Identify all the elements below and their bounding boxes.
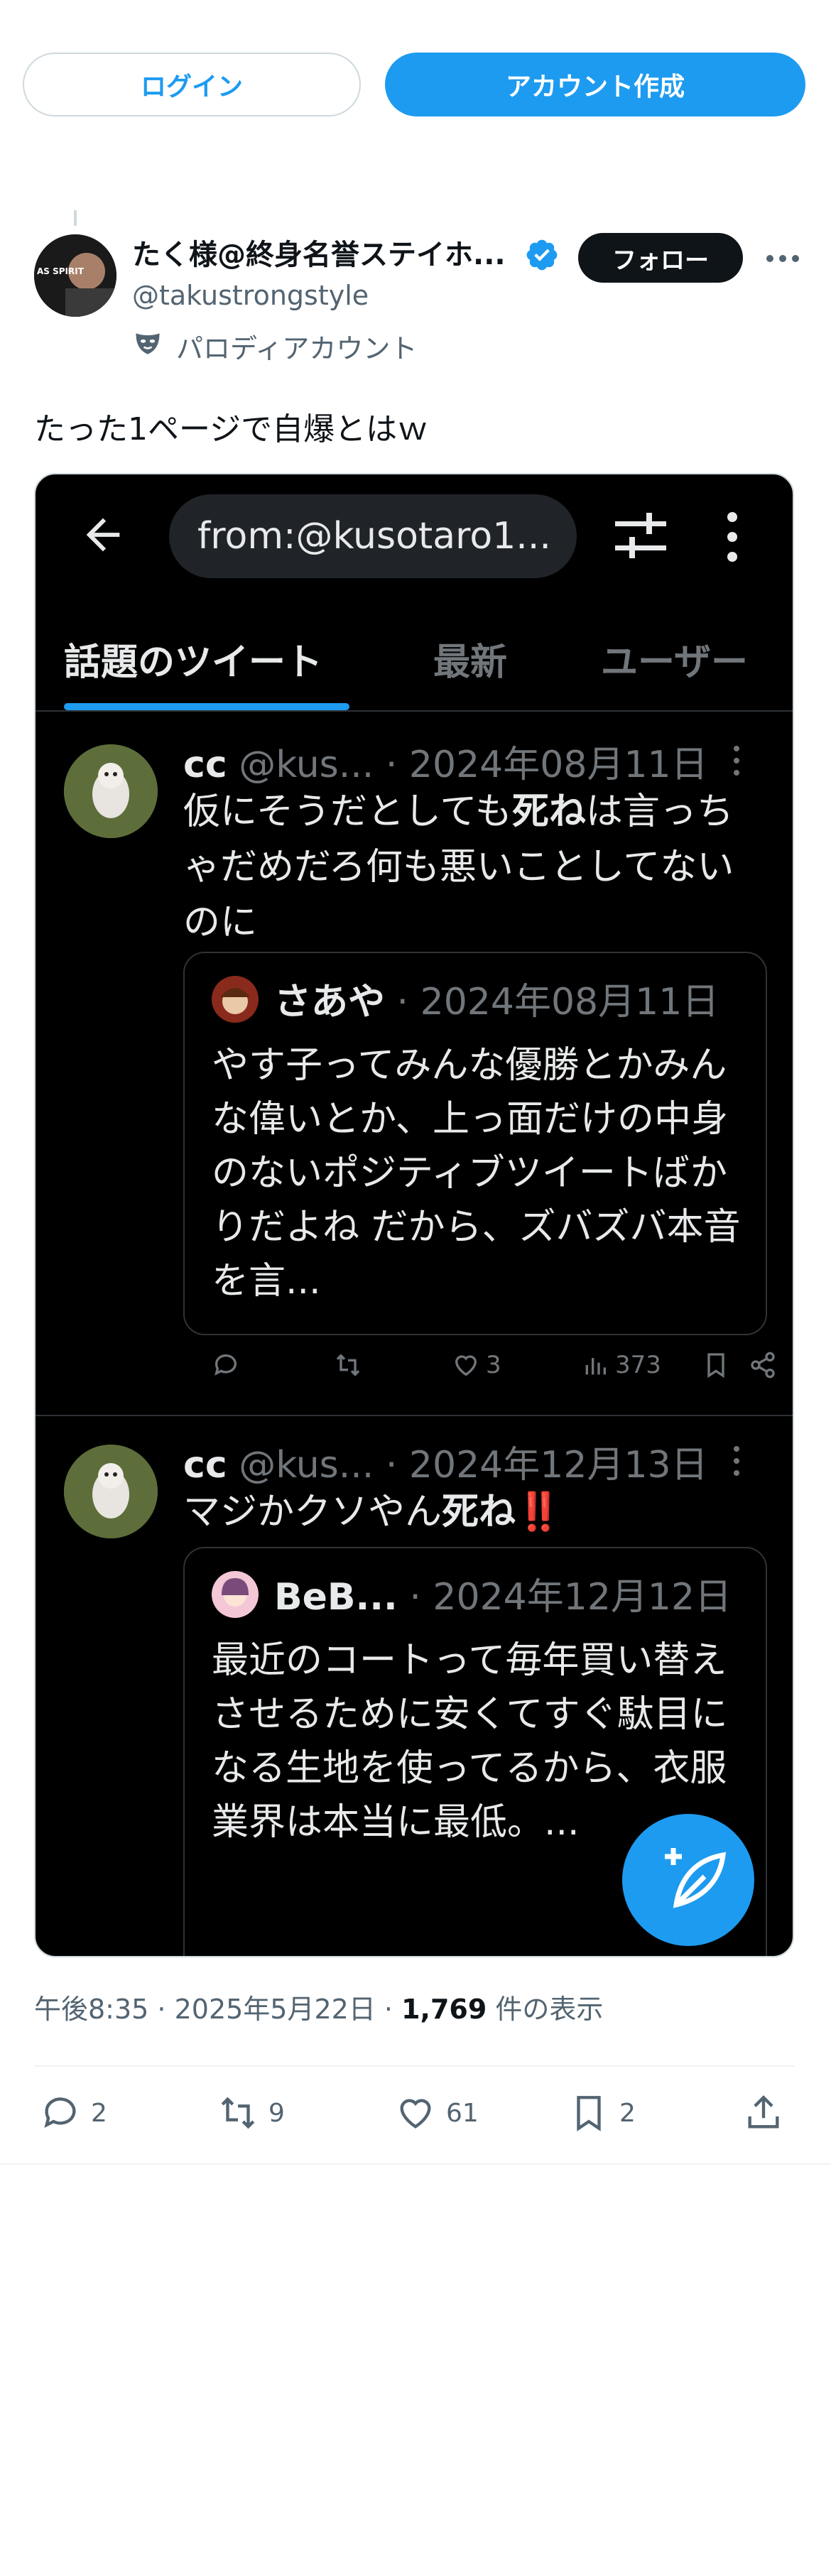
verified-badge-icon [526,239,558,271]
quote-header: BeB... · 2024年12月12日 [274,1576,732,1619]
author-handle[interactable]: @takustrongstyle [132,280,369,311]
share-icon [749,1351,777,1379]
tab-users: ユーザー [601,641,748,684]
tweet-meta: 午後8:35 · 2025年5月22日 · 1,769 件の表示 [34,1994,604,2025]
retweet-icon [334,1351,362,1379]
back-arrow-icon [86,518,120,552]
tweet-date[interactable]: 2025年5月22日 [175,1994,376,2025]
signup-button[interactable]: アカウント作成 [385,53,805,116]
post-body: 仮にそうだとしても死ねは言っちゃだめだろ何も悪いことしてないのに [183,790,734,944]
reply-icon [44,2097,76,2128]
divider [36,1415,793,1416]
post-body: マジかクソやん死ね‼️ [183,1491,562,1533]
quote-avatar [212,1571,259,1618]
like-count: 3 [452,1351,501,1379]
reply-button[interactable]: 2 [40,2092,107,2134]
feather-plus-icon [665,1848,727,1908]
thread-line [74,210,77,226]
search-bar: from:@kusotaro1... [169,494,577,578]
reply-icon [212,1351,240,1379]
analytics-icon [585,1358,606,1375]
bookmark-button[interactable]: 2 [568,2092,636,2134]
parody-mask-icon [136,333,160,354]
tab-top-tweets: 話題のツイート [64,641,323,684]
kebab-menu-icon [727,512,737,562]
post-avatar [64,744,158,838]
view-count: 1,769 [401,1994,487,2025]
post-avatar [64,1445,158,1538]
post-menu-icon [734,746,739,776]
post-menu-icon [734,1446,739,1476]
share-upload-icon [748,2095,779,2129]
compose-fab [622,1814,754,1946]
view-count: 373 [581,1351,661,1379]
retweet-button[interactable]: 9 [217,2092,285,2134]
bookmark-icon [577,2096,601,2131]
heart-icon [400,2099,431,2129]
heart-icon [455,1355,477,1376]
share-button[interactable] [743,2092,784,2134]
tweet-text: たった1ページで自爆とはｗ [34,411,429,447]
parody-label: パロディアカウント [176,333,418,364]
follow-button[interactable]: フォロー [578,233,743,283]
divider [0,2163,831,2165]
post-header: cc @kus... · 2024年12月13日 [183,1444,708,1487]
post-header: cc @kus... · 2024年08月11日 [183,744,708,786]
tab-latest: 最新 [433,641,508,684]
post-actions: 3 373 [183,1351,780,1386]
quoted-tweet: さあや · 2024年08月11日 やす子ってみんな優勝とかみんな偉いとか、上っ… [183,952,767,1335]
author-name[interactable]: たく様@終身名誉ステイホ... [132,232,506,273]
quote-body: やす子ってみんな優勝とかみんな偉いとか、上っ面だけの中身のないポジティブツイート… [212,1044,741,1303]
tweet-media-image[interactable]: from:@kusotaro1... 話題のツイート 最新 ユーザー cc @k… [34,473,794,1957]
avatar[interactable]: AS SPIRIT [34,234,116,317]
quote-header: さあや · 2024年08月11日 [274,981,719,1023]
bookmark-icon [702,1351,730,1379]
more-options-icon[interactable] [761,244,804,273]
retweet-icon [221,2097,255,2129]
login-button[interactable]: ログイン [23,53,361,116]
active-tab-indicator [64,703,349,710]
divider [36,710,793,712]
svg-text:AS SPIRIT: AS SPIRIT [37,266,85,276]
tweet-time[interactable]: 午後8:35 [34,1994,148,2025]
like-button[interactable]: 61 [395,2092,479,2134]
filter-sliders-icon [615,513,666,558]
quote-avatar [212,976,259,1023]
divider [34,2065,794,2067]
